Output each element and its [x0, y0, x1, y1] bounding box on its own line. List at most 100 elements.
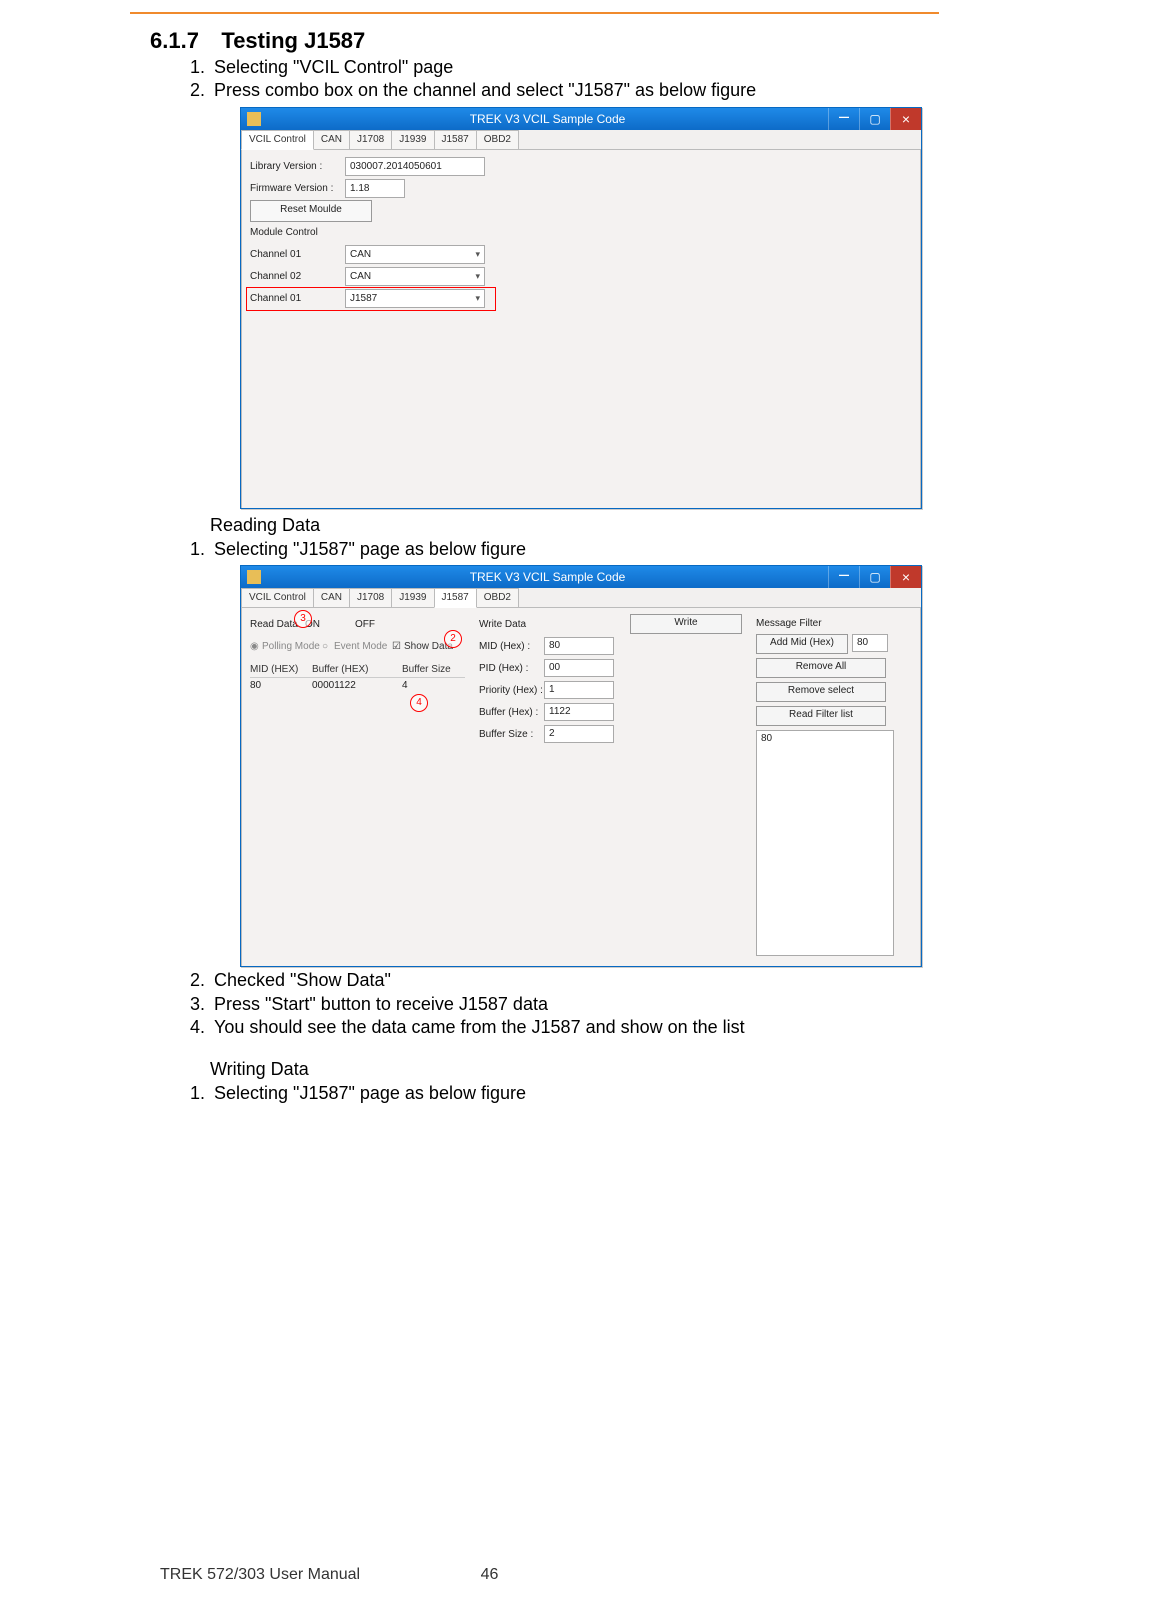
section-title: Testing J1587 — [221, 28, 365, 54]
tab-obd2[interactable]: OBD2 — [476, 588, 519, 608]
section-heading: 6.1.7 Testing J1587 — [150, 28, 950, 54]
reading-list-2: Checked "Show Data" Press "Start" button… — [210, 969, 950, 1039]
polling-mode-radio[interactable]: Polling Mode — [262, 641, 322, 652]
show-data-checkbox[interactable]: Show Data — [404, 641, 453, 652]
tab-vcil-control[interactable]: VCIL Control — [241, 130, 314, 150]
minimize-button[interactable]: – — [828, 566, 859, 588]
message-filter-label: Message Filter — [756, 614, 906, 634]
maximize-button[interactable]: ▢ — [859, 566, 890, 588]
col-buffer-size: Buffer Size — [402, 662, 462, 677]
channel-02-label: Channel 02 — [250, 271, 345, 282]
buffer-hex-field[interactable]: 1122 — [544, 703, 614, 721]
channel-01b-combo[interactable]: J1587 ▾ — [345, 289, 485, 308]
list-item: Checked "Show Data" — [210, 969, 950, 992]
library-version-field[interactable]: 030007.2014050601 — [345, 157, 485, 176]
tab-j1939[interactable]: J1939 — [391, 130, 434, 150]
top-orange-rule — [130, 12, 939, 14]
channel-01-label: Channel 01 — [250, 249, 345, 260]
remove-select-button[interactable]: Remove select — [756, 682, 886, 702]
list-item: Selecting "VCIL Control" page — [210, 56, 950, 79]
channel-01b-label: Channel 01 — [250, 293, 345, 304]
tab-can[interactable]: CAN — [313, 588, 350, 608]
page-content: 6.1.7 Testing J1587 Selecting "VCIL Cont… — [150, 28, 950, 1108]
mid-hex-label: MID (Hex) : — [479, 641, 544, 652]
buffer-hex-label: Buffer (Hex) : — [479, 707, 544, 718]
callout-circle-4: 4 — [410, 694, 428, 712]
chevron-down-icon: ▾ — [475, 291, 480, 306]
buffer-size-label: Buffer Size : — [479, 729, 544, 740]
tab-j1708[interactable]: J1708 — [349, 588, 392, 608]
panel-j1587: Read Data ON OFF ◉ Polling Mode ○ Event … — [241, 607, 921, 967]
read-data-label: Read Data — [250, 619, 305, 630]
screenshot-window-1: TREK V3 VCIL Sample Code – ▢ VCIL Contro… — [240, 107, 922, 509]
tab-j1708[interactable]: J1708 — [349, 130, 392, 150]
col-buffer-hex: Buffer (HEX) — [312, 662, 402, 677]
maximize-button[interactable]: ▢ — [859, 108, 890, 130]
tab-can[interactable]: CAN — [313, 130, 350, 150]
reading-list-1: Selecting "J1587" page as below figure — [210, 538, 950, 561]
close-button[interactable] — [890, 566, 921, 588]
channel-01-value: CAN — [350, 247, 371, 262]
minimize-button[interactable]: – — [828, 108, 859, 130]
writing-data-heading: Writing Data — [210, 1059, 950, 1080]
tab-strip: VCIL Control CAN J1708 J1939 J1587 OBD2 — [241, 588, 921, 608]
cell-size: 4 — [402, 678, 462, 693]
module-control-label: Module Control — [250, 227, 318, 238]
tab-j1587[interactable]: J1587 — [434, 588, 477, 608]
writing-list: Selecting "J1587" page as below figure — [210, 1082, 950, 1105]
reading-data-heading: Reading Data — [210, 515, 950, 536]
section-number: 6.1.7 — [150, 28, 199, 54]
pid-hex-field[interactable]: 00 — [544, 659, 614, 677]
titlebar: TREK V3 VCIL Sample Code – ▢ — [241, 566, 921, 588]
add-mid-hex-button[interactable]: Add Mid (Hex) — [756, 634, 848, 654]
footer-title: TREK 572/303 User Manual — [160, 1566, 360, 1584]
write-button[interactable]: Write — [630, 614, 742, 634]
tab-obd2[interactable]: OBD2 — [476, 130, 519, 150]
pid-hex-label: PID (Hex) : — [479, 663, 544, 674]
chevron-down-icon: ▾ — [475, 269, 480, 284]
col-mid-hex: MID (HEX) — [250, 662, 312, 677]
add-mid-value-field[interactable]: 80 — [852, 634, 888, 652]
app-icon — [247, 112, 261, 126]
filter-list-box[interactable]: 80 — [756, 730, 894, 956]
mid-hex-field[interactable]: 80 — [544, 637, 614, 655]
tab-vcil-control[interactable]: VCIL Control — [241, 588, 314, 608]
channel-01-combo[interactable]: CAN ▾ — [345, 245, 485, 264]
firmware-version-field[interactable]: 1.18 — [345, 179, 405, 198]
channel-02-combo[interactable]: CAN ▾ — [345, 267, 485, 286]
window-title: TREK V3 VCIL Sample Code — [267, 566, 828, 588]
list-item: Selecting "J1587" page as below figure — [210, 1082, 950, 1105]
event-mode-radio[interactable]: Event Mode — [334, 641, 392, 652]
data-row: 80 00001122 4 — [250, 678, 465, 693]
filter-list-item[interactable]: 80 — [761, 733, 889, 744]
page-footer: TREK 572/303 User Manual 46 — [160, 1566, 939, 1584]
library-version-label: Library Version : — [250, 161, 345, 172]
priority-hex-field[interactable]: 1 — [544, 681, 614, 699]
close-button[interactable] — [890, 108, 921, 130]
list-item: You should see the data came from the J1… — [210, 1016, 950, 1039]
cell-buffer: 00001122 — [312, 678, 402, 693]
remove-all-button[interactable]: Remove All — [756, 658, 886, 678]
on-label: ON — [305, 619, 355, 630]
tab-strip: VCIL Control CAN J1708 J1939 J1587 OBD2 — [241, 130, 921, 150]
document-page: 6.1.7 Testing J1587 Selecting "VCIL Cont… — [0, 0, 1169, 1624]
cell-mid: 80 — [250, 678, 312, 693]
chevron-down-icon: ▾ — [475, 247, 480, 262]
titlebar: TREK V3 VCIL Sample Code – ▢ — [241, 108, 921, 130]
reset-module-button[interactable]: Reset Moulde — [250, 200, 372, 222]
off-label: OFF — [355, 619, 375, 630]
tab-j1587[interactable]: J1587 — [434, 130, 477, 150]
channel-01b-value: J1587 — [350, 291, 377, 306]
write-data-label: Write Data — [479, 619, 544, 630]
footer-page-number: 46 — [481, 1566, 499, 1584]
tab-j1939[interactable]: J1939 — [391, 588, 434, 608]
channel-02-value: CAN — [350, 269, 371, 284]
firmware-version-label: Firmware Version : — [250, 183, 345, 194]
app-icon — [247, 570, 261, 584]
buffer-size-field[interactable]: 2 — [544, 725, 614, 743]
list-item: Press combo box on the channel and selec… — [210, 79, 950, 102]
intro-list: Selecting "VCIL Control" page Press comb… — [210, 56, 950, 103]
read-filter-list-button[interactable]: Read Filter list — [756, 706, 886, 726]
priority-hex-label: Priority (Hex) : — [479, 685, 544, 696]
list-item: Press "Start" button to receive J1587 da… — [210, 993, 950, 1016]
